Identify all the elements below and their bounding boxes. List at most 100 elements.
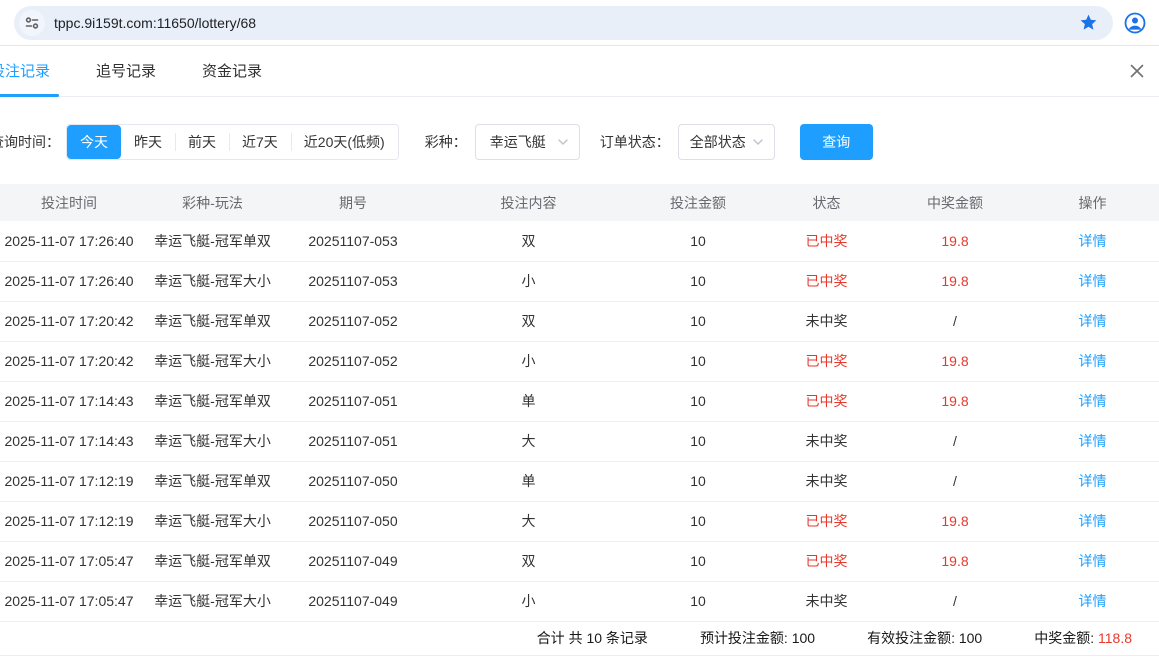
lottery-record-panel: 投注记录追号记录资金记录 查询时间： 今天昨天前天近7天近20天(低频) 彩种：…	[0, 46, 1159, 656]
detail-link[interactable]: 详情	[1079, 273, 1107, 289]
cell-issue-number: 20251107-053	[277, 261, 429, 301]
cell-status: 未中奖	[768, 581, 885, 621]
detail-link[interactable]: 详情	[1079, 553, 1107, 569]
cell-bet-time: 2025-11-07 17:05:47	[0, 581, 148, 621]
cell-prize-amount: /	[885, 461, 1025, 501]
table-row: 2025-11-07 17:26:40幸运飞艇-冠军大小20251107-053…	[0, 261, 1159, 301]
lottery-select-value: 幸运飞艇	[490, 132, 546, 152]
site-settings-icon[interactable]	[19, 10, 45, 36]
cell-bet-content: 大	[429, 501, 628, 541]
time-option-1[interactable]: 昨天	[121, 125, 175, 159]
cell-issue-number: 20251107-052	[277, 341, 429, 381]
table-row: 2025-11-07 17:20:42幸运飞艇-冠军单双20251107-052…	[0, 301, 1159, 341]
cell-action: 详情	[1025, 461, 1159, 501]
time-option-4[interactable]: 近20天(低频)	[291, 125, 398, 159]
url-text[interactable]: tppc.9i159t.com:11650/lottery/68	[54, 15, 1077, 31]
close-icon[interactable]	[1126, 60, 1148, 82]
cell-bet-content: 小	[429, 261, 628, 301]
cell-prize-amount: /	[885, 581, 1025, 621]
cell-status: 未中奖	[768, 461, 885, 501]
time-range-group: 今天昨天前天近7天近20天(低频)	[66, 124, 399, 160]
time-option-3[interactable]: 近7天	[229, 125, 291, 159]
cell-issue-number: 20251107-049	[277, 581, 429, 621]
cell-bet-amount: 10	[628, 341, 768, 381]
cell-action: 详情	[1025, 261, 1159, 301]
table-row: 2025-11-07 17:12:19幸运飞艇-冠军大小20251107-050…	[0, 501, 1159, 541]
summary-bar: 合计 共 10 条记录 预计投注金额: 100 有效投注金额: 100 中奖金额…	[0, 622, 1159, 656]
cell-bet-content: 双	[429, 221, 628, 261]
cell-bet-time: 2025-11-07 17:12:19	[0, 501, 148, 541]
column-header-5: 状态	[768, 184, 885, 221]
cell-issue-number: 20251107-053	[277, 221, 429, 261]
cell-prize-amount: 19.8	[885, 341, 1025, 381]
detail-link[interactable]: 详情	[1079, 593, 1107, 609]
cell-status: 未中奖	[768, 421, 885, 461]
column-header-4: 投注金额	[628, 184, 768, 221]
cell-bet-content: 双	[429, 541, 628, 581]
tab-bar-tabs: 投注记录追号记录资金记录	[0, 46, 308, 97]
cell-bet-content: 单	[429, 381, 628, 421]
total-prize-amount: 中奖金额: 118.8	[1034, 628, 1132, 648]
column-header-3: 投注内容	[429, 184, 628, 221]
cell-game-play: 幸运飞艇-冠军单双	[148, 461, 277, 501]
cell-status: 未中奖	[768, 301, 885, 341]
time-option-0[interactable]: 今天	[67, 125, 121, 159]
search-button[interactable]: 查询	[800, 124, 873, 160]
cell-bet-amount: 10	[628, 581, 768, 621]
cell-bet-time: 2025-11-07 17:20:42	[0, 341, 148, 381]
tab-1[interactable]: 追号记录	[96, 46, 156, 97]
cell-bet-content: 双	[429, 301, 628, 341]
table-row: 2025-11-07 17:12:19幸运飞艇-冠军单双20251107-050…	[0, 461, 1159, 501]
cell-game-play: 幸运飞艇-冠军单双	[148, 221, 277, 261]
time-option-2[interactable]: 前天	[175, 125, 229, 159]
table-row: 2025-11-07 17:14:43幸运飞艇-冠军大小20251107-051…	[0, 421, 1159, 461]
detail-link[interactable]: 详情	[1079, 513, 1107, 529]
table-row: 2025-11-07 17:20:42幸运飞艇-冠军大小20251107-052…	[0, 341, 1159, 381]
cell-status: 已中奖	[768, 221, 885, 261]
cell-bet-content: 小	[429, 341, 628, 381]
cell-bet-time: 2025-11-07 17:12:19	[0, 461, 148, 501]
bookmark-star-icon[interactable]	[1077, 12, 1099, 34]
cell-bet-amount: 10	[628, 541, 768, 581]
cell-bet-amount: 10	[628, 461, 768, 501]
cell-issue-number: 20251107-050	[277, 501, 429, 541]
expected-bet-amount: 预计投注金额: 100	[700, 628, 815, 648]
cell-bet-time: 2025-11-07 17:26:40	[0, 261, 148, 301]
column-header-0: 投注时间	[0, 184, 148, 221]
time-filter-label: 查询时间：	[0, 132, 60, 152]
browser-profile-icon[interactable]	[1122, 10, 1148, 36]
cell-action: 详情	[1025, 501, 1159, 541]
detail-link[interactable]: 详情	[1079, 233, 1107, 249]
detail-link[interactable]: 详情	[1079, 313, 1107, 329]
chevron-down-icon	[557, 136, 569, 148]
cell-issue-number: 20251107-051	[277, 381, 429, 421]
cell-bet-content: 单	[429, 461, 628, 501]
cell-issue-number: 20251107-049	[277, 541, 429, 581]
cell-bet-time: 2025-11-07 17:14:43	[0, 421, 148, 461]
column-header-2: 期号	[277, 184, 429, 221]
cell-action: 详情	[1025, 581, 1159, 621]
detail-link[interactable]: 详情	[1079, 393, 1107, 409]
cell-game-play: 幸运飞艇-冠军大小	[148, 501, 277, 541]
detail-link[interactable]: 详情	[1079, 433, 1107, 449]
column-header-7: 操作	[1025, 184, 1159, 221]
cell-prize-amount: 19.8	[885, 381, 1025, 421]
address-bar[interactable]: tppc.9i159t.com:11650/lottery/68	[14, 6, 1113, 40]
total-records-text: 合计 共 10 条记录	[537, 628, 648, 648]
detail-link[interactable]: 详情	[1079, 353, 1107, 369]
lottery-select[interactable]: 幸运飞艇	[475, 124, 580, 160]
table-row: 2025-11-07 17:05:47幸运飞艇-冠军单双20251107-049…	[0, 541, 1159, 581]
table-header-row: 投注时间彩种-玩法期号投注内容投注金额状态中奖金额操作	[0, 184, 1159, 221]
order-status-select-value: 全部状态	[690, 132, 746, 152]
cell-issue-number: 20251107-052	[277, 301, 429, 341]
cell-bet-amount: 10	[628, 421, 768, 461]
order-status-select[interactable]: 全部状态	[678, 124, 775, 160]
cell-bet-content: 小	[429, 581, 628, 621]
table-row: 2025-11-07 17:05:47幸运飞艇-冠军大小20251107-049…	[0, 581, 1159, 621]
tab-0[interactable]: 投注记录	[0, 46, 50, 97]
column-header-1: 彩种-玩法	[148, 184, 277, 221]
cell-prize-amount: 19.8	[885, 541, 1025, 581]
detail-link[interactable]: 详情	[1079, 473, 1107, 489]
tab-2[interactable]: 资金记录	[202, 46, 262, 97]
cell-game-play: 幸运飞艇-冠军大小	[148, 341, 277, 381]
